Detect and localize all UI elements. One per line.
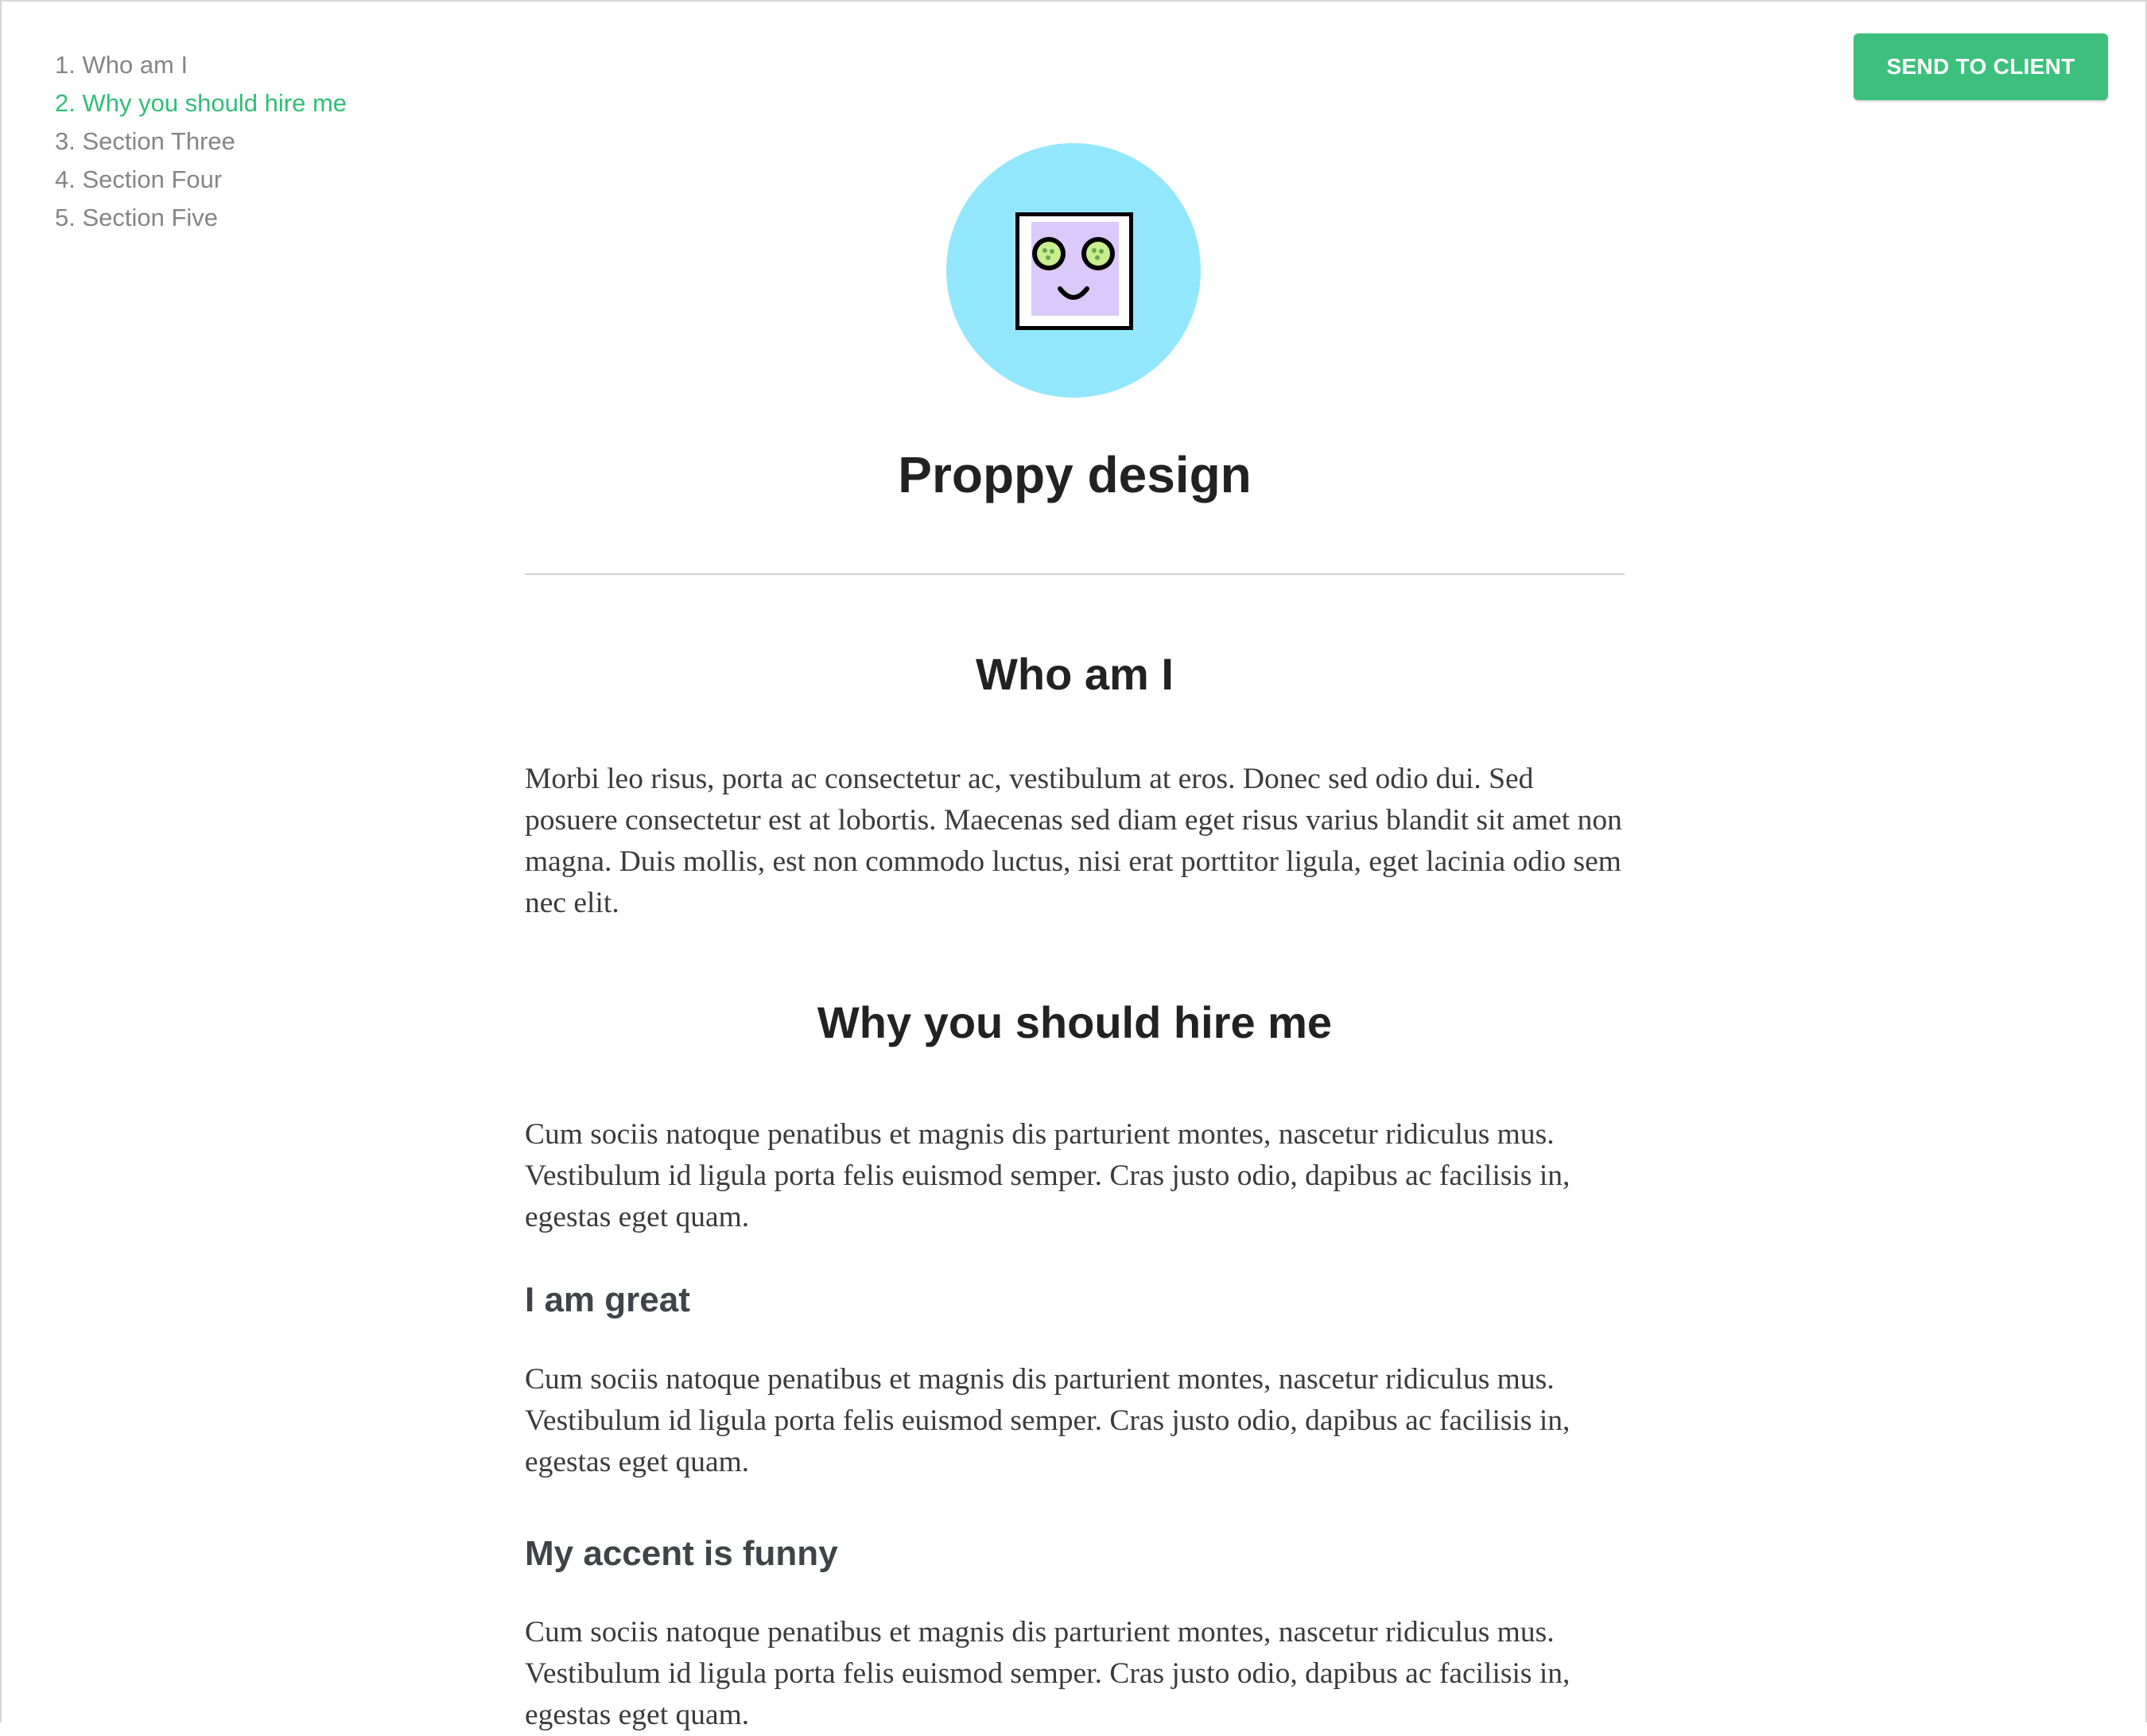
toc-item-who-am-i[interactable]: 1. Who am I xyxy=(55,46,347,84)
section-body-who-am-i: Morbi leo risus, porta ac consectetur ac… xyxy=(525,763,1622,919)
toc-item-section-five[interactable]: 5. Section Five xyxy=(55,199,347,237)
subsection-body-accent-funny: Cum sociis natoque penatibus et magnis d… xyxy=(525,1616,1570,1731)
toc-item-why-hire-me[interactable]: 2. Why you should hire me xyxy=(55,84,347,122)
section-body-why-hire-me: Cum sociis natoque penatibus et magnis d… xyxy=(525,1118,1570,1233)
document-title: Proppy design xyxy=(898,446,1252,503)
section-heading-why-hire-me: Why you should hire me xyxy=(817,997,1333,1047)
section-heading-who-am-i: Who am I xyxy=(976,649,1174,699)
toc-item-section-three[interactable]: 3. Section Three xyxy=(55,122,347,161)
subsection-heading-accent-funny: My accent is funny xyxy=(525,1534,838,1573)
table-of-contents: 1. Who am I 2. Why you should hire me 3.… xyxy=(55,46,347,237)
avatar xyxy=(946,143,1201,398)
send-to-client-button[interactable]: SEND TO CLIENT xyxy=(1854,33,2108,100)
robot-face-cucumber-eyes-icon xyxy=(1015,212,1133,330)
title-divider xyxy=(525,573,1625,575)
subsection-body-i-am-great: Cum sociis natoque penatibus et magnis d… xyxy=(525,1363,1570,1478)
toc-item-section-four[interactable]: 4. Section Four xyxy=(55,161,347,199)
subsection-heading-i-am-great: I am great xyxy=(525,1280,690,1319)
